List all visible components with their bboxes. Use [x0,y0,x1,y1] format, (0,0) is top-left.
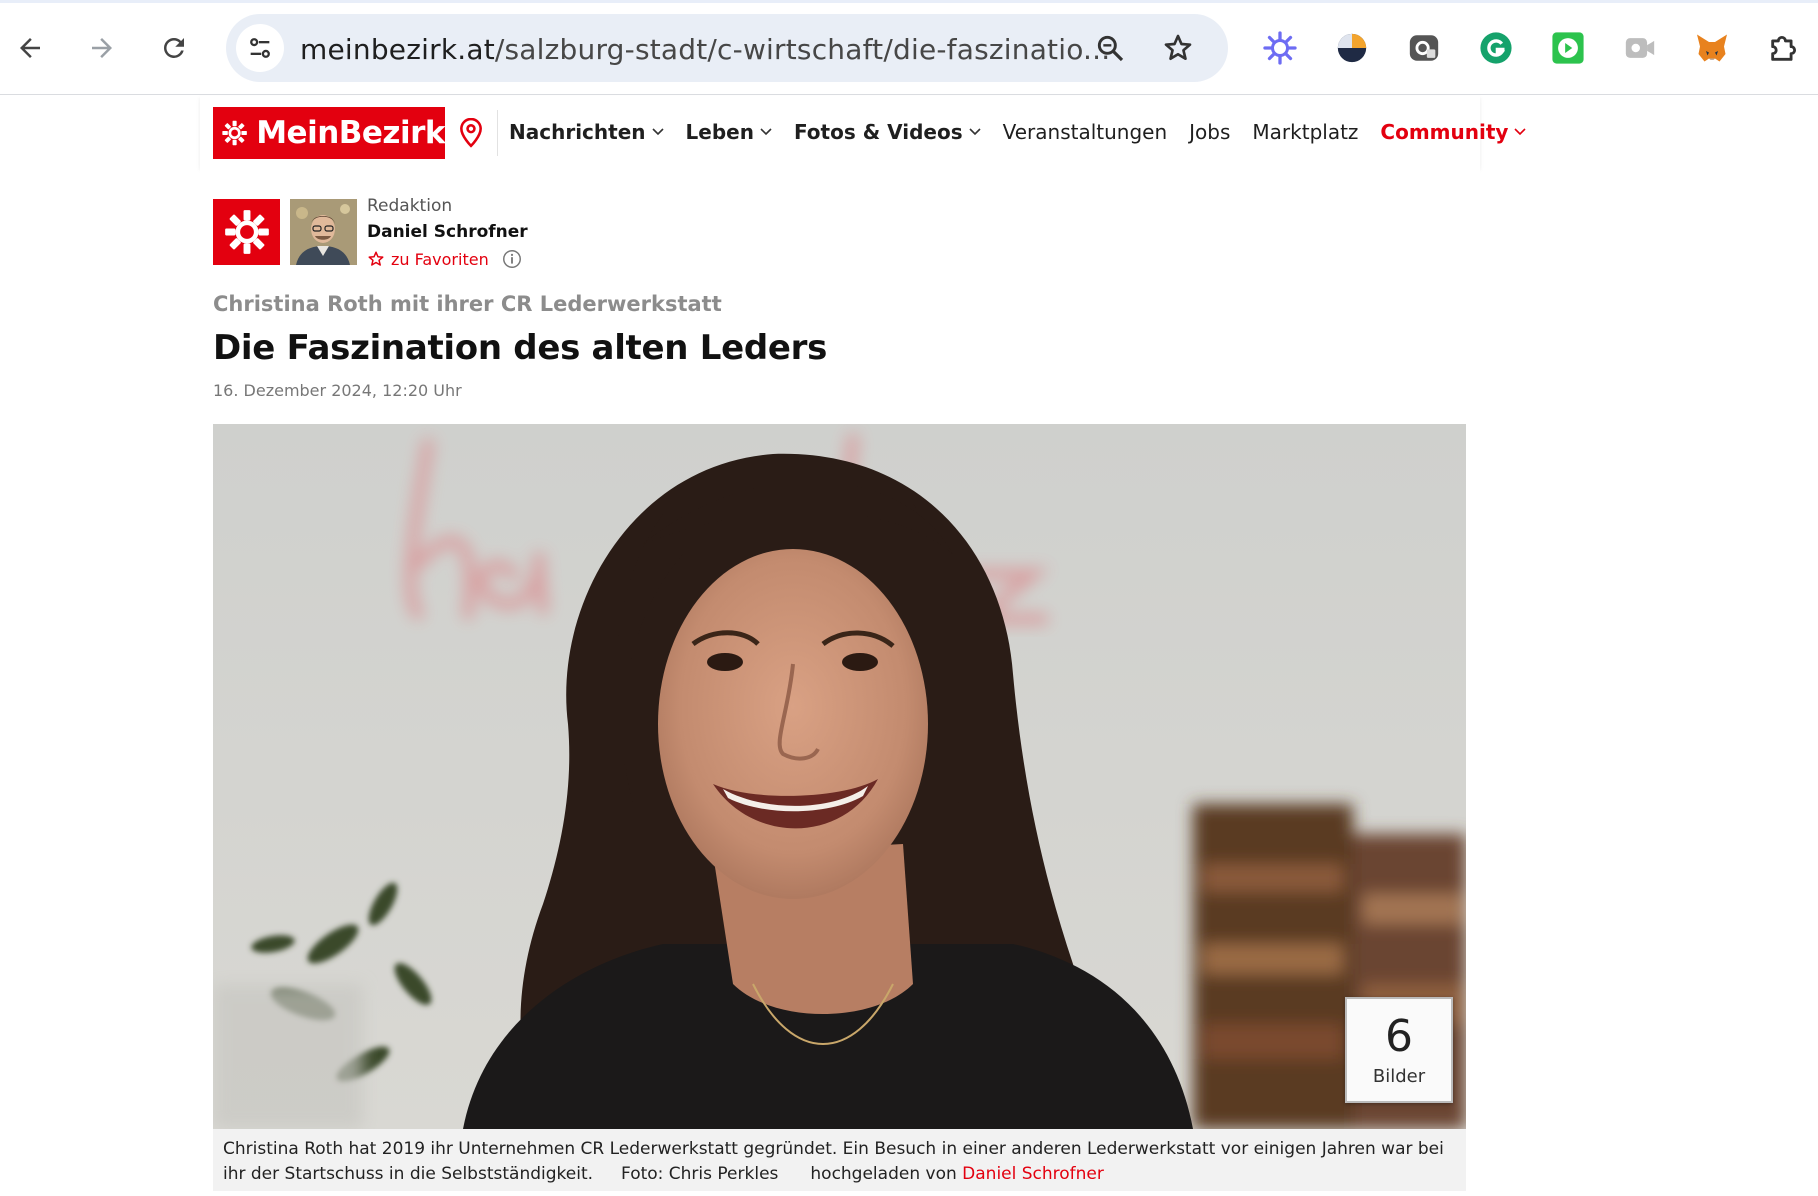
author-avatar[interactable] [290,199,357,265]
orb-icon[interactable] [1332,28,1372,68]
nav-label: Marktplatz [1252,120,1359,144]
image-caption: Christina Roth hat 2019 ihr Unternehmen … [213,1129,1466,1191]
article-headline: Die Faszination des alten Leders [213,328,828,368]
chevron-down-icon [651,128,664,136]
site-header: MeinBezirk Nachrichten Leben Fotos & Vid… [200,96,1527,168]
nav-jobs[interactable]: Jobs [1189,120,1230,144]
reload-icon [164,38,184,58]
photo-credit: Foto: Chris Perkles [621,1164,779,1184]
perplexity-icon[interactable] [1260,28,1300,68]
chevron-down-icon [760,128,772,136]
nav-label: Community [1380,120,1509,144]
hero-image[interactable]: 6 Bilder [213,424,1466,1129]
nav-label: Nachrichten [509,120,646,144]
sun-logo-icon [222,120,247,146]
gallery-count-badge[interactable]: 6 Bilder [1345,997,1453,1103]
nav-nachrichten[interactable]: Nachrichten [509,120,664,144]
back-button[interactable] [4,22,56,74]
info-icon[interactable] [501,248,523,270]
url-path: /salzburg-stadt/c-wirtschaft/die-faszina… [494,33,1111,66]
author-name[interactable]: Daniel Schrofner [367,222,528,242]
browser-toolbar: meinbezirk.at/salzburg-stadt/c-wirtschaf… [0,0,1818,95]
site-settings-button[interactable] [236,24,284,72]
author-meta: Redaktion Daniel Schrofner zu Favoriten [367,196,528,270]
media-player-icon[interactable] [1548,28,1588,68]
nav-leben[interactable]: Leben [686,120,772,144]
url-domain: meinbezirk.at [300,33,495,66]
screen-capture-icon[interactable] [1404,28,1444,68]
arrow-right-icon [92,38,112,58]
nav-label: Jobs [1189,120,1231,144]
gallery-count: 6 [1385,1011,1413,1062]
logo-text: MeinBezirk [256,115,445,151]
video-recorder-icon[interactable] [1620,28,1660,68]
chevron-down-icon [1514,128,1527,136]
nav-fotos-videos[interactable]: Fotos & Videos [794,120,981,144]
arrow-left-icon [20,38,40,58]
nav-label: Leben [685,120,754,144]
forward-button[interactable] [76,22,128,74]
tune-icon [250,38,270,58]
tab-strip-edge [0,0,1818,3]
favorite-label: zu Favoriten [391,249,489,269]
zoom-icon[interactable] [1094,32,1126,64]
add-favorite-button[interactable]: zu Favoriten [367,248,528,270]
metamask-icon[interactable] [1692,28,1732,68]
nav-community[interactable]: Community [1380,120,1527,144]
article-kicker: Christina Roth mit ihrer CR Lederwerksta… [213,292,722,316]
sun-logo-icon [224,210,269,254]
location-pin-icon[interactable] [458,118,484,148]
uploaded-prefix: hochgeladen von [810,1164,957,1184]
bookmark-star-icon[interactable] [1162,32,1194,64]
uploader-link[interactable]: Daniel Schrofner [962,1164,1104,1184]
header-divider [497,110,498,156]
nav-label: Fotos & Videos [793,120,963,144]
puzzle-extensions-icon[interactable] [1764,28,1804,68]
meinbezirk-logo[interactable]: MeinBezirk [213,107,445,159]
star-outline-icon [368,251,384,266]
main-navigation: Nachrichten Leben Fotos & Videos Veranst… [509,96,1548,168]
url-text[interactable]: meinbezirk.at/salzburg-stadt/c-wirtschaf… [300,33,1110,66]
author-role: Redaktion [367,196,453,216]
portrait-photo [213,424,1466,1129]
nav-marktplatz[interactable]: Marktplatz [1252,120,1358,144]
nav-veranstaltungen[interactable]: Veranstaltungen [1003,120,1168,144]
nav-label: Veranstaltungen [1002,120,1168,144]
editorial-logo[interactable] [213,199,280,265]
grammarly-icon[interactable] [1476,28,1516,68]
gallery-label: Bilder [1372,1066,1426,1087]
address-bar[interactable]: meinbezirk.at/salzburg-stadt/c-wirtschaf… [226,14,1228,82]
reload-button[interactable] [148,22,200,74]
article-date: 16. Dezember 2024, 12:20 Uhr [213,381,462,400]
article: Redaktion Daniel Schrofner zu Favoriten … [200,168,1480,1196]
chevron-down-icon [969,128,981,136]
